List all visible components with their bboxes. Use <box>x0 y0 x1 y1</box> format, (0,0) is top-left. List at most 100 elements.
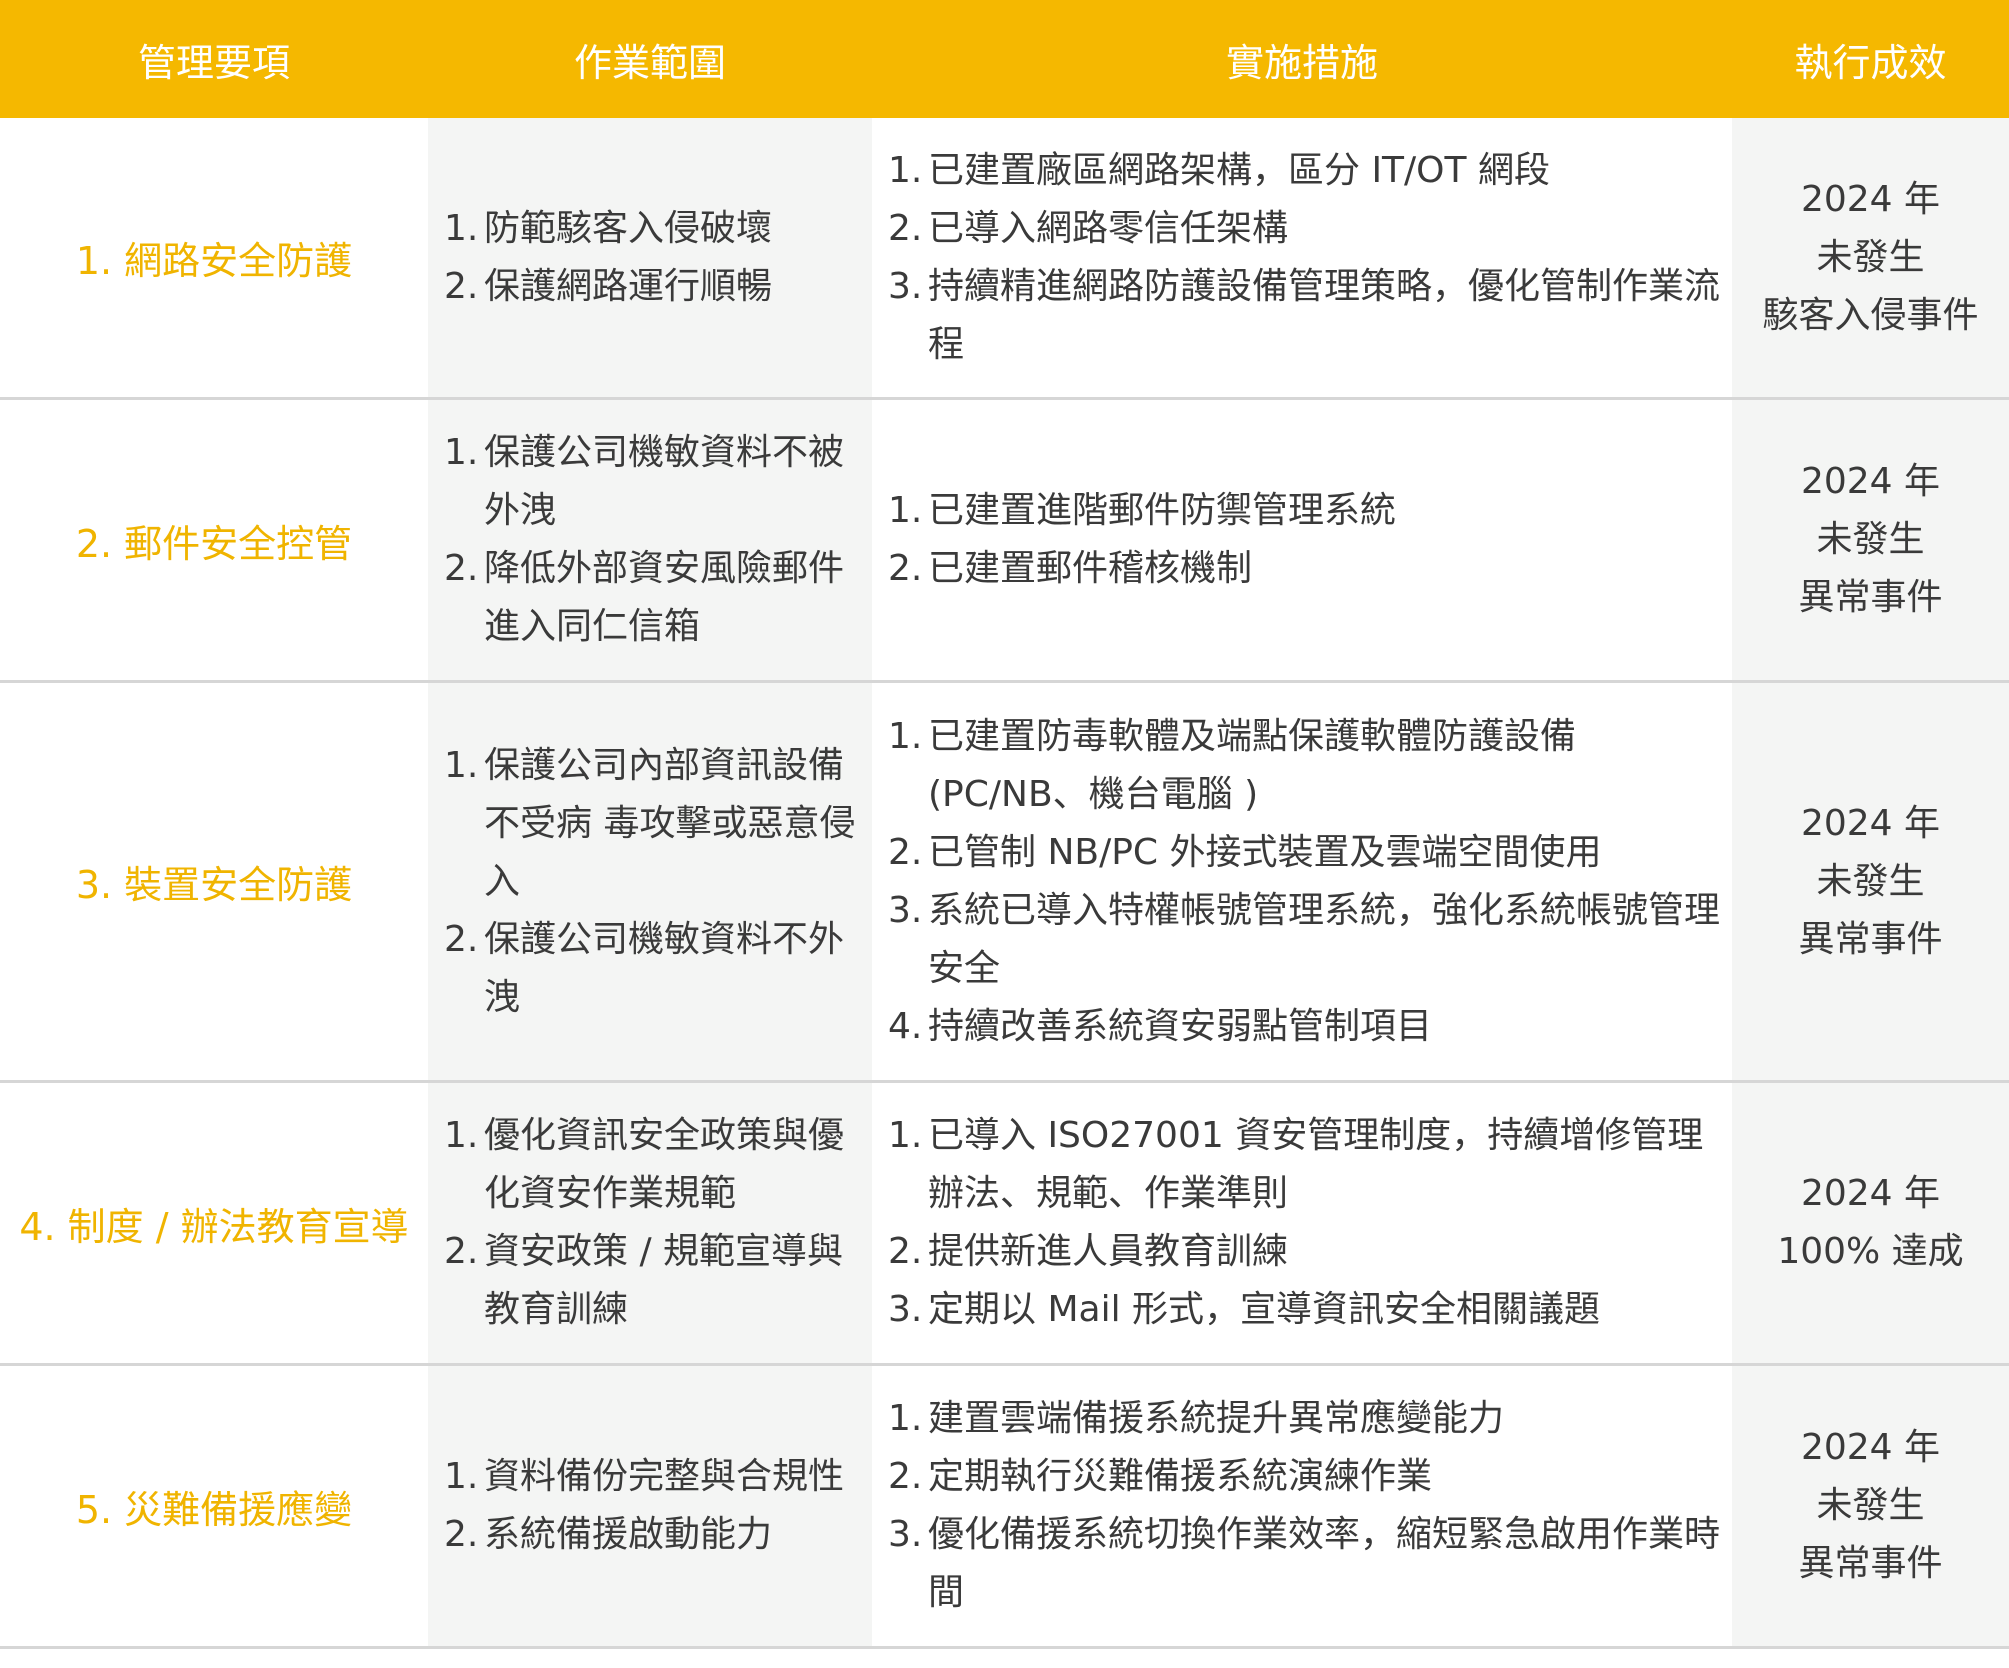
measure-number: 3. <box>888 265 923 307</box>
scope-number: 2. <box>444 1231 479 1272</box>
table-header: 管理要項 作業範圍 實施措施 執行成效 <box>0 0 2009 118</box>
management-item-label: 4. 制度 / 辦法教育宣導 <box>19 1204 409 1249</box>
scope-text: 保護公司機敏資料不外洩 <box>484 918 845 1018</box>
result-line: 異常事件 <box>1798 577 1943 618</box>
scope-number: 2. <box>444 265 479 307</box>
scope-text: 降低外部資安風險郵件進入同仁信箱 <box>484 548 845 647</box>
table-row: 4. 制度 / 辦法教育宣導 1. 優化資訊安全政策與優化資安作業規範 2. 資安政策 … <box>0 1083 2009 1366</box>
table-row: 1. 網路安全防護 1. 防範駭客入侵破壞 2. 保護網路運行順暢 1. 已建置廠區網路架構… <box>0 118 2009 400</box>
measure-item: 2. 已建置郵件稽核機制 <box>888 540 1722 598</box>
header-management-item: 管理要項 <box>137 40 290 85</box>
measure-number: 1. <box>888 715 923 757</box>
measure-text: 持續精進網路防護設備管理策略，優化管制作業流程 <box>928 265 1721 365</box>
scope-item: 1. 優化資訊安全政策與優化資安作業規範 <box>444 1107 862 1223</box>
scope-item: 2. 保護網路運行順暢 <box>444 258 862 316</box>
result-cell: 2024 年未發生異常事件 <box>1732 400 2009 680</box>
scope-number: 1. <box>444 1456 479 1497</box>
scope-number: 2. <box>444 548 479 589</box>
measures-cell: 1. 已建置廠區網路架構，區分 IT/OT 網段 2. 已導入網路零信任架構 3. 持續精… <box>872 118 1732 397</box>
measure-item: 1. 已建置防毒軟體及端點保護軟體防護設備 (PC/NB、機台電腦 ) <box>888 708 1722 824</box>
measure-text: 已導入 ISO27001 資安管理制度，持續增修管理辦法、規範、作業準則 <box>928 1115 1704 1214</box>
scope-number: 2. <box>444 1514 479 1555</box>
header-scope: 作業範圍 <box>573 40 726 85</box>
result-cell: 2024 年未發生 異常事件 <box>1732 683 2009 1080</box>
measure-text: 持續改善系統資安弱點管制項目 <box>928 1005 1433 1047</box>
management-item-label: 5. 災難備援應變 <box>75 1487 353 1532</box>
result-line: 100% 達成 <box>1777 1231 1964 1272</box>
table-row: 3. 裝置安全防護 1. 保護公司內部資訊設備不受病 毒攻擊或惡意侵入 2. 保護公司機… <box>0 683 2009 1083</box>
header-results: 執行成效 <box>1794 40 1947 85</box>
scope-text: 優化資訊安全政策與優化資安作業規範 <box>484 1115 845 1214</box>
scope-cell: 1. 保護公司機敏資料不被外洩 2. 降低外部資安風險郵件進入同仁信箱 <box>428 400 872 680</box>
measures-cell: 1. 已導入 ISO27001 資安管理制度，持續增修管理辦法、規範、作業準則 2.… <box>872 1083 1732 1363</box>
measure-number: 2. <box>888 1231 923 1272</box>
measures-cell: 1. 建置雲端備援系統提升異常應變能力 2. 定期執行災難備援系統演練作業 3. 優化備援… <box>872 1366 1732 1646</box>
management-item-label: 3. 裝置安全防護 <box>75 863 353 907</box>
scope-number: 1. <box>444 207 479 249</box>
measure-text: 已建置廠區網路架構，區分 IT/OT 網段 <box>928 149 1550 191</box>
measure-text: 優化備援系統切換作業效率，縮短緊急啟用作業時間 <box>928 1514 1721 1613</box>
table-row: 2. 郵件安全控管 1. 保護公司機敏資料不被外洩 2. 降低外部資安風險郵件進入同仁信… <box>0 400 2009 683</box>
scope-item: 1. 防範駭客入侵破壞 <box>444 200 862 258</box>
measure-number: 1. <box>888 149 923 191</box>
scope-text: 系統備援啟動能力 <box>484 1514 773 1555</box>
scope-cell: 1. 保護公司內部資訊設備不受病 毒攻擊或惡意侵入 2. 保護公司機敏資料不外洩 <box>428 683 872 1080</box>
scope-number: 1. <box>444 744 479 786</box>
scope-item: 2. 系統備援啟動能力 <box>444 1506 862 1564</box>
result-line: 未發生 <box>1816 519 1925 560</box>
result-line: 2024 年 <box>1800 461 1941 502</box>
measure-item: 3. 持續精進網路防護設備管理策略，優化管制作業流程 <box>888 258 1722 374</box>
scope-item: 2. 保護公司機敏資料不外洩 <box>444 911 862 1027</box>
measure-item: 1. 已建置廠區網路架構，區分 IT/OT 網段 <box>888 142 1722 200</box>
result-line: 未發生 <box>1816 860 1925 902</box>
measure-item: 4. 持續改善系統資安弱點管制項目 <box>888 998 1722 1056</box>
scope-text: 保護公司內部資訊設備不受病 毒攻擊或惡意侵入 <box>484 744 856 902</box>
scope-cell: 1. 防範駭客入侵破壞 2. 保護網路運行順暢 <box>428 118 872 397</box>
measure-number: 2. <box>888 1456 923 1497</box>
management-item-cell: 4. 制度 / 辦法教育宣導 <box>0 1083 428 1363</box>
result-line: 駭客入侵事件 <box>1762 294 1979 336</box>
scope-item: 1. 保護公司機敏資料不被外洩 <box>444 424 862 540</box>
measure-number: 1. <box>888 1398 923 1439</box>
table-body: 1. 網路安全防護 1. 防範駭客入侵破壞 2. 保護網路運行順暢 1. 已建置廠區網路架構… <box>0 118 2009 1649</box>
measure-item: 2. 已管制 NB/PC 外接式裝置及雲端空間使用 <box>888 824 1722 882</box>
management-item-label: 1. 網路安全防護 <box>75 239 353 283</box>
result-cell: 2024 年 100% 達成 <box>1732 1083 2009 1363</box>
scope-number: 1. <box>444 432 479 473</box>
measure-number: 2. <box>888 831 923 873</box>
scope-cell: 1. 優化資訊安全政策與優化資安作業規範 2. 資安政策 / 規範宣導與教育訓練 <box>428 1083 872 1363</box>
management-item-label: 2. 郵件安全控管 <box>75 521 353 566</box>
measure-number: 1. <box>888 490 923 531</box>
measure-item: 2. 已導入網路零信任架構 <box>888 200 1722 258</box>
scope-number: 1. <box>444 1115 479 1156</box>
result-line: 未發生 <box>1816 236 1925 278</box>
measure-item: 3. 優化備援系統切換作業效率，縮短緊急啟用作業時間 <box>888 1506 1722 1622</box>
measure-number: 3. <box>888 1289 923 1330</box>
table-row: 5. 災難備援應變 1. 資料備份完整與合規性 2. 系統備援啟動能力 1. 建置雲端備援系… <box>0 1366 2009 1649</box>
measure-text: 已建置防毒軟體及端點保護軟體防護設備 (PC/NB、機台電腦 ) <box>928 715 1577 815</box>
scope-item: 1. 保護公司內部資訊設備不受病 毒攻擊或惡意侵入 <box>444 737 862 911</box>
scope-text: 資料備份完整與合規性 <box>484 1456 845 1497</box>
measure-number: 2. <box>888 548 923 589</box>
measure-number: 1. <box>888 1115 923 1156</box>
header-measures: 實施措施 <box>1225 40 1378 85</box>
result-line: 2024 年 <box>1800 1427 1941 1468</box>
measure-number: 2. <box>888 207 923 249</box>
measure-item: 1. 建置雲端備援系統提升異常應變能力 <box>888 1390 1722 1448</box>
measure-text: 提供新進人員教育訓練 <box>928 1231 1289 1272</box>
management-item-cell: 5. 災難備援應變 <box>0 1366 428 1646</box>
measure-item: 3. 系統已導入特權帳號管理系統，強化系統帳號管理安全 <box>888 882 1722 998</box>
measure-item: 2. 定期執行災難備援系統演練作業 <box>888 1448 1722 1506</box>
scope-item: 2. 資安政策 / 規範宣導與教育訓練 <box>444 1223 862 1339</box>
measure-item: 1. 已導入 ISO27001 資安管理制度，持續增修管理辦法、規範、作業準則 <box>888 1107 1722 1223</box>
measures-cell: 1. 已建置防毒軟體及端點保護軟體防護設備 (PC/NB、機台電腦 ) 2. 已管制 … <box>872 683 1732 1080</box>
measure-number: 3. <box>888 889 923 931</box>
scope-text: 防範駭客入侵破壞 <box>484 207 773 249</box>
scope-text: 保護網路運行順暢 <box>484 265 773 307</box>
scope-number: 2. <box>444 918 479 960</box>
measure-number: 4. <box>888 1005 923 1047</box>
result-cell: 2024 年未發生 駭客入侵事件 <box>1732 118 2009 397</box>
measures-cell: 1. 已建置進階郵件防禦管理系統 2. 已建置郵件稽核機制 <box>872 400 1732 680</box>
measure-text: 定期以 Mail 形式，宣導資訊安全相關議題 <box>928 1289 1601 1330</box>
scope-item: 1. 資料備份完整與合規性 <box>444 1448 862 1506</box>
